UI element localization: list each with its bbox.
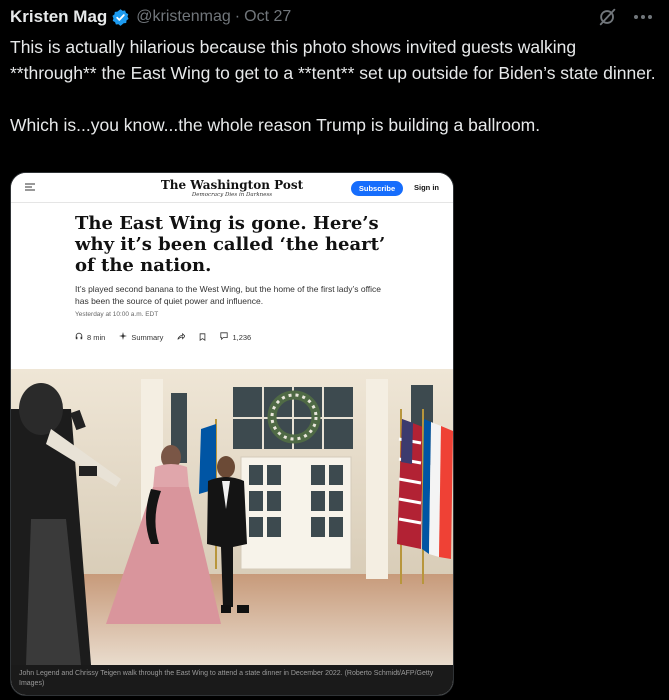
summary: Summary (119, 332, 163, 342)
tweet-media[interactable]: The Washington Post Democracy Dies in Da… (10, 172, 454, 696)
read-time: 8 min (75, 332, 105, 342)
article-dek: It’s played second banana to the West Wi… (75, 284, 382, 306)
summary-label: Summary (131, 332, 164, 342)
sparkle-icon (119, 332, 128, 342)
header-actions (597, 5, 653, 29)
signin-link: Sign in (414, 183, 439, 192)
comment-icon (220, 332, 229, 342)
separator-dot: · (234, 8, 241, 25)
article-photo (11, 369, 453, 665)
tweet-date[interactable]: Oct 27 (244, 8, 291, 26)
article-topbar: The Washington Post Democracy Dies in Da… (11, 173, 453, 203)
author-name[interactable]: Kristen Mag (10, 7, 107, 27)
grok-icon[interactable] (597, 6, 619, 28)
comments: 1,236 (220, 332, 251, 342)
tweet-text: This is actually hilarious because this … (10, 37, 656, 135)
tweet-header: Kristen Mag @kristenmag · Oct 27 (10, 5, 659, 29)
comment-count: 1,236 (232, 332, 252, 342)
headphones-icon (75, 332, 83, 342)
share-icon (177, 333, 186, 341)
read-time-label: 8 min (87, 332, 106, 342)
subscribe-button: Subscribe (351, 181, 403, 196)
verified-badge-icon (111, 8, 130, 27)
author-handle[interactable]: @kristenmag (136, 8, 231, 26)
bookmark-icon (199, 333, 206, 341)
article-timestamp: Yesterday at 10:00 a.m. EDT (75, 311, 159, 318)
more-icon[interactable] (633, 14, 653, 20)
article-headline: The East Wing is gone. Here’s why it’s b… (75, 213, 386, 276)
photo-caption: John Legend and Chrissy Teigen walk thro… (11, 665, 453, 695)
article-actions: 8 min Summary 1,236 (75, 332, 251, 342)
